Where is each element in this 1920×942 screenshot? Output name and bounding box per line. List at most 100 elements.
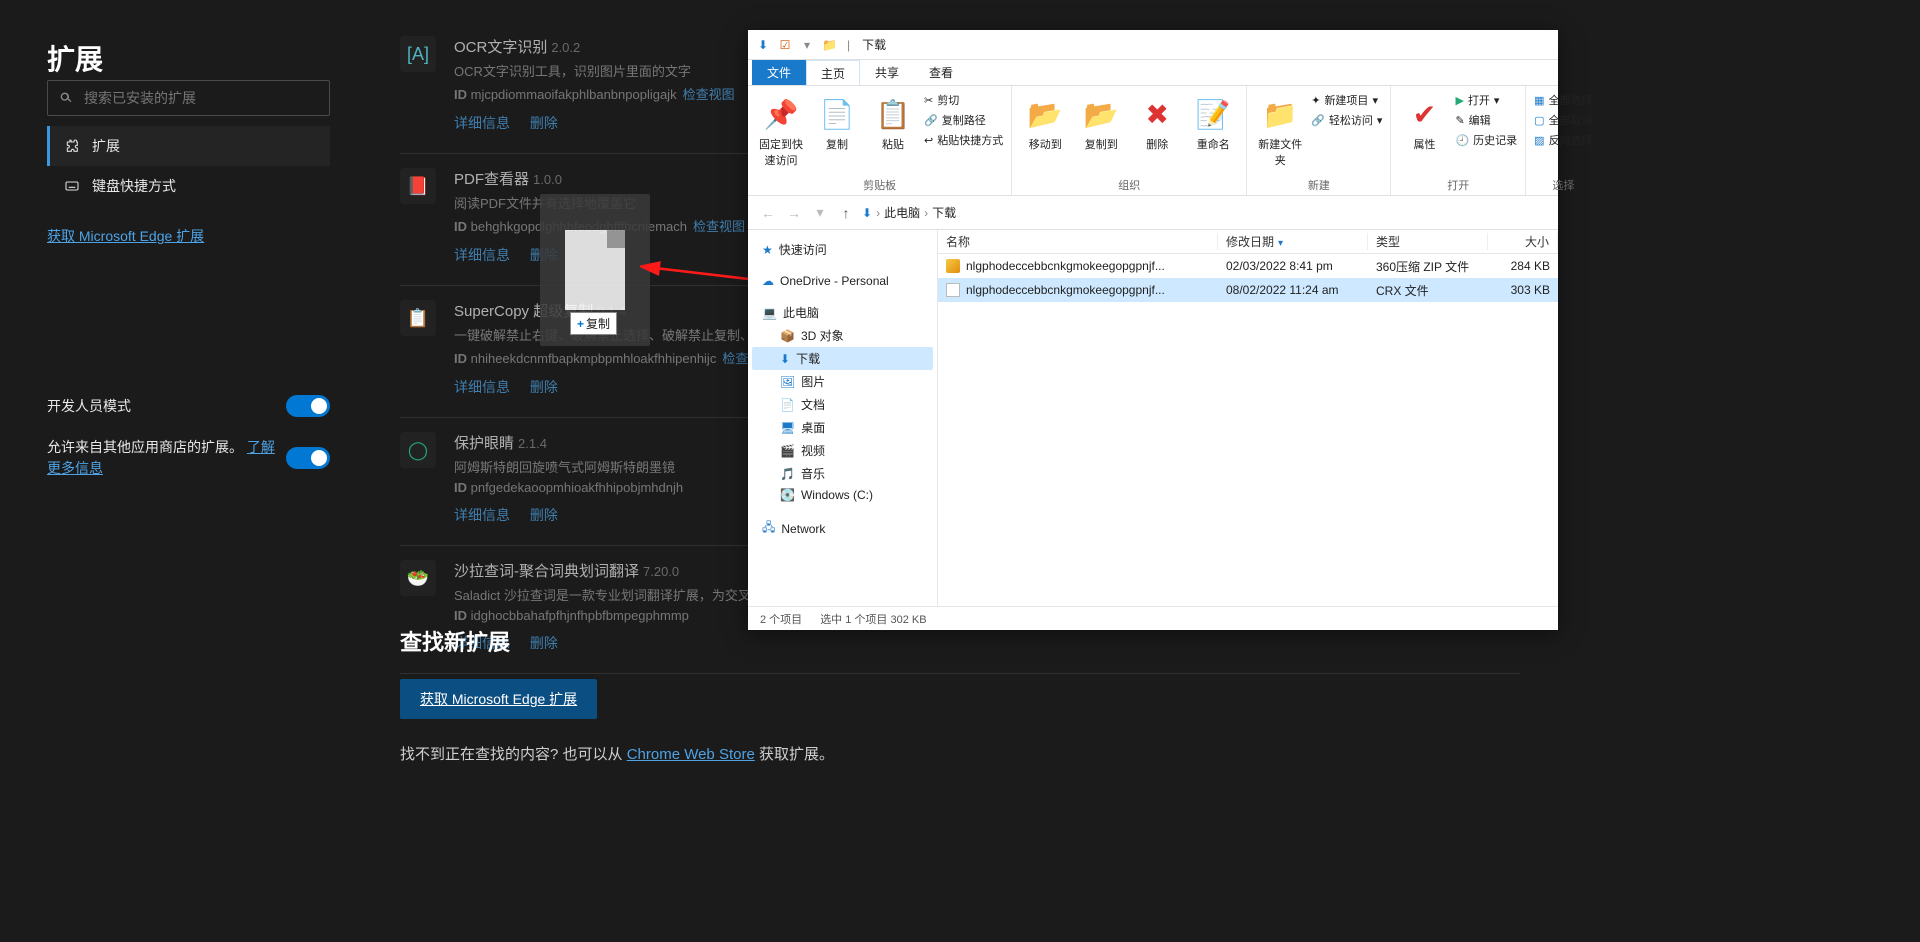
get-edge-extensions-button[interactable]: 获取 Microsoft Edge 扩展 [400,679,597,719]
properties-button[interactable]: ✔属性 [1399,92,1449,152]
tree-label: 视频 [801,442,825,459]
tree-item[interactable]: 📄文档 [752,393,933,416]
nav-back-button[interactable]: ← [758,205,778,221]
developer-options: 开发人员模式 允许来自其他应用商店的扩展。 了解更多信息 [47,395,330,499]
invert-selection-button[interactable]: ▨反向选择 [1534,132,1592,148]
checkbox-icon[interactable]: ☑ [776,36,794,54]
extension-version: 2.1.4 [518,436,547,451]
tree-item[interactable]: 🖥桌面 [752,416,933,439]
tree-quick-access[interactable]: ★快速访问 [752,238,933,261]
crumb-folder[interactable]: 下载 [932,204,956,221]
delete-icon: ✖ [1132,92,1182,136]
sort-arrow-icon: ▾ [1278,238,1283,249]
tree-item[interactable]: 🎬视频 [752,439,933,462]
tree-item[interactable]: ⬇下载 [752,347,933,370]
tree-network[interactable]: 🖧Network [752,515,933,542]
chevron-down-icon: ▾ [1377,114,1383,127]
down-arrow-icon[interactable]: ⬇ [754,36,772,54]
col-date[interactable]: 修改日期▾ [1218,233,1368,250]
details-link[interactable]: 详细信息 [454,247,510,263]
selectnone-icon: ▢ [1534,114,1544,127]
details-link[interactable]: 详细信息 [454,115,510,131]
pin-quick-access-button[interactable]: 📌固定到快速访问 [756,92,806,168]
copypath-label: 复制路径 [942,112,986,128]
tree-item[interactable]: 🖼图片 [752,370,933,393]
inspect-view-link[interactable]: 检查视图 [693,219,745,234]
chevron-right-icon: › [876,206,880,220]
new-item-button[interactable]: ✦新建项目▾ [1311,92,1382,108]
puzzle-icon [64,138,80,154]
copy-label: 复制 [812,136,862,152]
paste-button[interactable]: 📋粘贴 [868,92,918,152]
tab-file[interactable]: 文件 [752,60,806,85]
search-box[interactable] [47,80,330,116]
copy-button[interactable]: 📄复制 [812,92,862,152]
remove-link[interactable]: 删除 [530,115,558,131]
allow-other-stores-toggle[interactable] [286,447,330,469]
open-button[interactable]: ▶打开▾ [1455,92,1517,108]
crumb-pc[interactable]: 此电脑 [884,204,920,221]
delete-button[interactable]: ✖删除 [1132,92,1182,152]
tree-item[interactable]: 📦3D 对象 [752,324,933,347]
col-name[interactable]: 名称 [938,233,1218,250]
copy-to-button[interactable]: 📂复制到 [1076,92,1126,152]
col-size[interactable]: 大小 [1488,233,1558,250]
search-input[interactable] [84,90,319,106]
new-folder-button[interactable]: 📁新建文件夹 [1255,92,1305,168]
tree-onedrive[interactable]: ☁OneDrive - Personal [752,271,933,291]
newitem-label: 新建项目 [1324,92,1368,108]
file-row[interactable]: nlgphodeccebbcnkgmokeegopgpnjf... 02/03/… [938,254,1558,278]
developer-mode-toggle[interactable] [286,395,330,417]
file-row[interactable]: nlgphodeccebbcnkgmokeegopgpnjf... 08/02/… [938,278,1558,302]
easy-access-button[interactable]: 🔗轻松访问▾ [1311,112,1382,128]
chrome-web-store-link[interactable]: Chrome Web Store [627,746,755,763]
newfolder-label: 新建文件夹 [1255,136,1305,168]
selectall-icon: ▦ [1534,94,1544,107]
nav-forward-button[interactable]: → [784,205,804,221]
edit-label: 编辑 [1469,112,1491,128]
remove-link[interactable]: 删除 [530,379,558,395]
tree-this-pc[interactable]: 💻此电脑 [752,301,933,324]
paste-shortcut-button[interactable]: ↩粘贴快捷方式 [924,132,1003,148]
copy-path-button[interactable]: 🔗复制路径 [924,112,1003,128]
details-link[interactable]: 详细信息 [454,379,510,395]
inspect-view-link[interactable]: 检查视图 [683,87,735,102]
file-list-header[interactable]: 名称 修改日期▾ 类型 大小 [938,230,1558,254]
tree-icon: 🖥 [780,421,795,435]
open-group-label: 打开 [1447,177,1469,193]
nav-up-button[interactable]: ↑ [836,205,856,221]
nav-recent-button[interactable]: ▾ [810,204,830,221]
cut-button[interactable]: ✂剪切 [924,92,1003,108]
select-all-button[interactable]: ▦全部选择 [1534,92,1592,108]
breadcrumb[interactable]: ⬇ › 此电脑 › 下载 [862,204,956,221]
invert-icon: ▨ [1534,134,1544,147]
ribbon-group-new: 📁新建文件夹 ✦新建项目▾ 🔗轻松访问▾ 新建 [1247,86,1391,195]
qat-dropdown-icon[interactable]: ▾ [798,36,816,54]
edit-button[interactable]: ✎编辑 [1455,112,1517,128]
titlebar-sep: | [847,38,850,52]
newfolder-icon: 📁 [1255,92,1305,136]
remove-link[interactable]: 删除 [530,507,558,523]
tree-label: 图片 [801,373,825,390]
tab-share[interactable]: 共享 [860,60,914,85]
down-arrow-icon: ⬇ [862,206,872,220]
move-to-button[interactable]: 📂移动到 [1020,92,1070,152]
tree-label: 下载 [796,350,820,367]
tab-view[interactable]: 查看 [914,60,968,85]
col-type[interactable]: 类型 [1368,233,1488,250]
nav-tree: ★快速访问 ☁OneDrive - Personal 💻此电脑 📦3D 对象⬇下… [748,230,938,606]
tab-home[interactable]: 主页 [806,60,860,85]
ribbon-group-select: ▦全部选择 ▢全部取消 ▨反向选择 选择 [1526,86,1600,195]
network-icon: 🖧 [762,518,775,539]
tree-item[interactable]: 💽Windows (C:) [752,485,933,505]
tree-label: 此电脑 [783,304,819,321]
rename-button[interactable]: 📝重命名 [1188,92,1238,152]
select-none-button[interactable]: ▢全部取消 [1534,112,1592,128]
get-edge-extensions-link[interactable]: 获取 Microsoft Edge 扩展 [47,226,330,246]
file-icon [946,283,960,297]
tree-item[interactable]: 🎵音乐 [752,462,933,485]
history-button[interactable]: 🕘历史记录 [1455,132,1517,148]
sidebar-item-shortcuts[interactable]: 键盘快捷方式 [47,166,330,206]
details-link[interactable]: 详细信息 [454,507,510,523]
sidebar-item-extensions[interactable]: 扩展 [47,126,330,166]
